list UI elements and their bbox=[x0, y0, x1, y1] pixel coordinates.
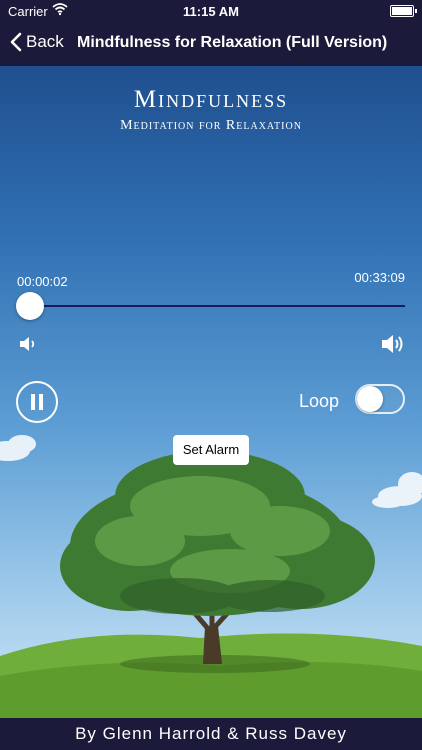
progress-slider-track[interactable] bbox=[30, 305, 405, 307]
page-title: Mindfulness for Relaxation (Full Version… bbox=[77, 34, 388, 51]
loop-label: Loop bbox=[299, 391, 340, 411]
pause-button[interactable] bbox=[16, 381, 58, 423]
progress-slider-thumb[interactable] bbox=[16, 292, 44, 320]
status-bar: Carrier 11:15 AM bbox=[0, 0, 422, 22]
elapsed-time: 00:00:02 bbox=[17, 274, 68, 289]
loop-toggle[interactable] bbox=[355, 384, 405, 414]
status-time: 11:15 AM bbox=[183, 4, 239, 19]
brand-subtitle: Meditation for Relaxation bbox=[120, 118, 302, 133]
back-label: Back bbox=[26, 32, 64, 51]
back-button[interactable]: Back bbox=[10, 32, 64, 52]
navigation-bar: Back Mindfulness for Relaxation (Full Ve… bbox=[0, 22, 422, 66]
volume-low-icon[interactable] bbox=[18, 334, 38, 359]
back-chevron-icon bbox=[10, 32, 22, 52]
battery-icon bbox=[390, 5, 417, 17]
credits-footer: By Glenn Harrold & Russ Davey bbox=[0, 718, 422, 750]
set-alarm-button[interactable]: Set Alarm bbox=[173, 435, 249, 465]
loop-toggle-knob bbox=[357, 386, 383, 412]
player-scene: Mindfulness Meditation for Relaxation 00… bbox=[0, 66, 422, 718]
volume-high-icon[interactable] bbox=[380, 332, 406, 361]
brand-title: Mindfulness bbox=[133, 86, 289, 113]
total-time: 00:33:09 bbox=[354, 270, 405, 285]
